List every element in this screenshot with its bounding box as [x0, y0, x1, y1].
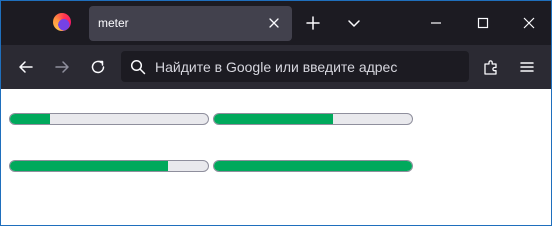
firefox-logo-icon[interactable] — [53, 13, 71, 31]
meter-fill — [214, 161, 412, 171]
url-bar-placeholder: Найдите в Google или введите адрес — [155, 59, 398, 75]
tab-title: meter — [98, 16, 129, 30]
meter — [9, 160, 209, 172]
reload-icon[interactable] — [88, 57, 108, 77]
meter — [9, 113, 209, 125]
meter-fill — [10, 114, 50, 124]
navigation-toolbar: Найдите в Google или введите адрес — [1, 45, 551, 89]
tab-strip: meter — [1, 1, 551, 45]
list-all-tabs-chevron-down-icon[interactable] — [344, 13, 364, 33]
meter-fill — [214, 114, 333, 124]
extensions-puzzle-icon[interactable] — [481, 57, 501, 77]
search-icon — [130, 59, 146, 75]
url-bar[interactable]: Найдите в Google или введите адрес — [121, 51, 469, 82]
tab-meter[interactable]: meter — [89, 6, 292, 41]
meter-fill — [10, 161, 169, 171]
forward-arrow-icon[interactable] — [52, 57, 72, 77]
minimize-icon[interactable] — [426, 13, 446, 33]
new-tab-plus-icon[interactable] — [303, 13, 323, 33]
menu-hamburger-icon[interactable] — [517, 57, 537, 77]
close-window-icon[interactable] — [519, 13, 539, 33]
meter — [213, 160, 413, 172]
tab-close-icon[interactable] — [266, 15, 282, 31]
page-content — [1, 89, 551, 225]
back-arrow-icon[interactable] — [16, 57, 36, 77]
meter — [213, 113, 413, 125]
browser-window: meter Найдите в Google или введите адрес — [0, 0, 552, 226]
maximize-icon[interactable] — [473, 13, 493, 33]
